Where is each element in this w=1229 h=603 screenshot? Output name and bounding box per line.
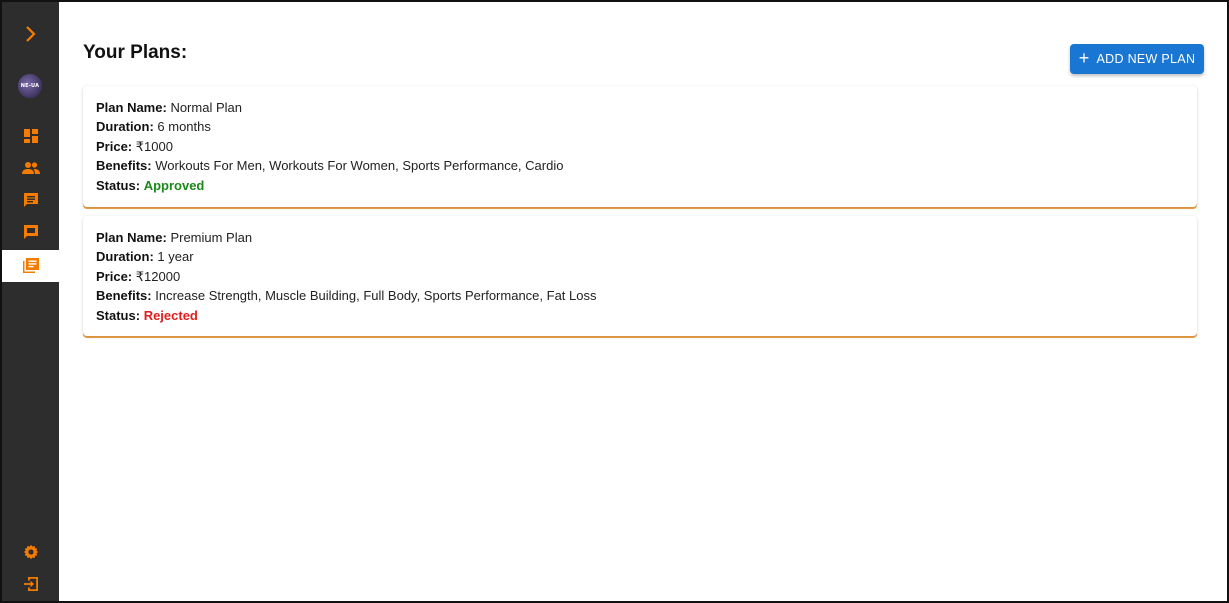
plan-name-label: Plan Name: [96, 230, 167, 245]
price-label: Price: [96, 138, 133, 154]
plan-card: Plan Name: Normal Plan Duration: 6 month… [83, 86, 1197, 207]
sidebar-item-dashboard[interactable] [2, 122, 59, 150]
price-value: ₹1000 [135, 138, 173, 154]
plan-name-value: Premium Plan [170, 230, 253, 245]
duration-label: Duration: [96, 119, 154, 135]
duration-row: Duration: 1 year [96, 247, 1184, 266]
status-row: Status: Approved [96, 176, 1184, 195]
status-row: Status: Rejected [96, 306, 1184, 325]
price-row: Price: ₹12000 [96, 267, 1184, 286]
price-row: Price: ₹1000 [96, 137, 1184, 156]
chat-icon [23, 193, 38, 207]
duration-value: 6 months [157, 119, 211, 135]
sidebar-item-settings[interactable] [2, 538, 59, 566]
benefits-value: Workouts For Men, Workouts For Women, Sp… [155, 158, 564, 174]
benefits-row: Benefits: Workouts For Men, Workouts For… [96, 156, 1184, 175]
status-badge: Rejected [143, 307, 198, 323]
gear-icon [23, 544, 38, 560]
page-title: Your Plans: [83, 42, 188, 63]
app-frame: NE-UA Your Plans: + ADD NEW PLAN Plan Na… [0, 0, 1229, 603]
benefits-label: Benefits: [96, 158, 152, 174]
sidebar-item-logout[interactable] [2, 570, 59, 598]
library-books-icon [22, 258, 39, 273]
add-new-plan-button[interactable]: + ADD NEW PLAN [1070, 44, 1204, 74]
sidebar-item-feedback[interactable] [2, 218, 59, 246]
feedback-icon [23, 225, 38, 239]
people-icon [21, 162, 40, 174]
sidebar-item-messages[interactable] [2, 186, 59, 214]
plan-card: Plan Name: Premium Plan Duration: 1 year… [83, 216, 1197, 336]
plan-name-row: Plan Name: Normal Plan [96, 98, 1184, 117]
logout-icon [23, 577, 38, 591]
benefits-value: Increase Strength, Muscle Building, Full… [155, 288, 597, 304]
plan-name-row: Plan Name: Premium Plan [96, 228, 1184, 247]
duration-row: Duration: 6 months [96, 117, 1184, 136]
main-content: Your Plans: + ADD NEW PLAN Plan Name: No… [59, 2, 1227, 601]
plan-name-label: Plan Name: [96, 100, 167, 115]
sidebar-item-clients[interactable] [2, 154, 59, 182]
benefits-label: Benefits: [96, 288, 152, 304]
status-label: Status: [96, 307, 141, 323]
sidebar: NE-UA [2, 2, 59, 601]
duration-value: 1 year [157, 249, 194, 265]
plus-icon: + [1078, 48, 1090, 68]
sidebar-expand-button[interactable] [2, 20, 59, 48]
dashboard-icon [23, 129, 38, 143]
plan-name-value: Normal Plan [170, 100, 242, 115]
status-label: Status: [96, 177, 141, 193]
duration-label: Duration: [96, 249, 154, 265]
sidebar-item-plans[interactable] [2, 250, 59, 282]
add-new-plan-label: ADD NEW PLAN [1096, 52, 1196, 66]
chevron-right-icon [25, 26, 36, 42]
price-label: Price: [96, 268, 133, 284]
status-badge: Approved [143, 177, 205, 193]
avatar[interactable]: NE-UA [18, 74, 42, 98]
benefits-row: Benefits: Increase Strength, Muscle Buil… [96, 286, 1184, 305]
price-value: ₹12000 [135, 268, 181, 284]
